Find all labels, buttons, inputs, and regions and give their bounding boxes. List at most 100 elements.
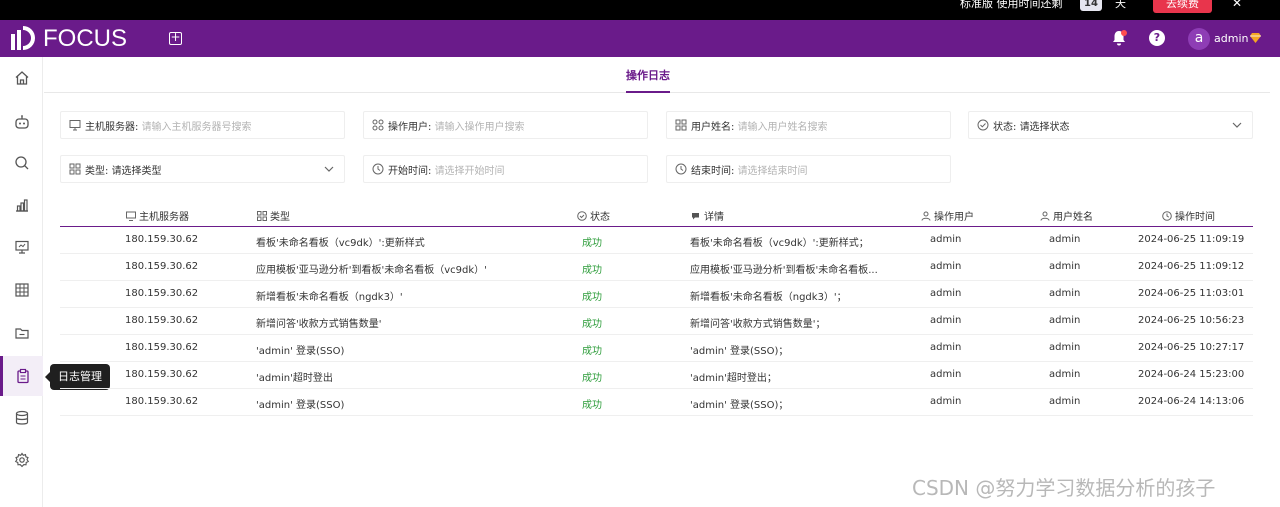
start-time-picker[interactable]: 开始时间: 请选择开始时间 [363, 155, 648, 183]
brand-name: FOCUS [43, 25, 127, 52]
cell-host: 180.159.30.62 [125, 288, 199, 299]
close-icon[interactable]: ✕ [1232, 0, 1242, 12]
host-filter-label: 主机服务器: [85, 121, 139, 133]
cell-username: admin [1049, 234, 1081, 245]
status-filter-value: 请选择状态 [1019, 121, 1070, 133]
clipboard-icon [17, 368, 29, 384]
username-label[interactable]: admin [1214, 32, 1248, 45]
chart-icon [15, 199, 28, 212]
end-time-picker[interactable]: 结束时间: 请选择结束时间 [666, 155, 951, 183]
table-row[interactable]: 180.159.30.62 新增问答'收款方式销售数量' 成功 新增问答'收款方… [60, 308, 1253, 335]
chevron-down-icon [324, 166, 334, 172]
avatar[interactable]: a [1188, 28, 1210, 50]
cell-status: 成功 [582, 346, 602, 357]
cell-status: 成功 [582, 292, 602, 303]
cell-operator: admin [930, 261, 962, 272]
table-row[interactable]: 180.159.30.62 看板'未命名看板（vc9dk）':更新样式 成功 看… [60, 227, 1253, 254]
monitor-icon [126, 211, 136, 221]
table-row[interactable]: 180.159.30.62 应用模板'亚马逊分析'到看板'未命名看板（vc9dk… [60, 254, 1253, 281]
sidebar-item-assistant[interactable] [0, 102, 43, 142]
username-filter-input[interactable]: 用户姓名: 请输入用户姓名搜索 [666, 111, 951, 139]
cell-username: admin [1049, 261, 1081, 272]
cell-status: 成功 [582, 319, 602, 330]
cell-operator: admin [930, 234, 962, 245]
status-filter-select[interactable]: 状态: 请选择状态 [968, 111, 1253, 139]
sidebar-item-dashboard[interactable] [0, 227, 43, 267]
end-time-label: 结束时间: [691, 165, 735, 177]
cell-operator: admin [930, 342, 962, 353]
notification-bell-icon[interactable] [1110, 29, 1128, 47]
cell-status: 成功 [582, 238, 602, 249]
add-tab-button[interactable]: + [169, 31, 182, 45]
cell-host: 180.159.30.62 [125, 342, 199, 353]
tab-operation-log[interactable]: 操作日志 [626, 67, 670, 83]
cell-username: admin [1049, 288, 1081, 299]
table-row[interactable]: 180.159.30.62 'admin' 登录(SSO) 成功 'admin'… [60, 389, 1253, 416]
cell-time: 2024-06-25 11:09:19 [1138, 234, 1245, 245]
check-circle-icon [977, 119, 989, 131]
column-header-username[interactable]: 用户姓名 [1040, 208, 1093, 223]
check-circle-icon [577, 210, 587, 221]
cell-detail: 'admin'超时登出； [690, 373, 777, 384]
cell-status: 成功 [582, 400, 602, 411]
help-icon[interactable]: ? [1149, 30, 1165, 46]
host-filter-input[interactable]: 主机服务器: 请输入主机服务器号搜索 [60, 111, 345, 139]
cell-operator: admin [930, 369, 962, 380]
sidebar-item-data-table[interactable] [0, 270, 43, 310]
operator-filter-input[interactable]: 操作用户: 请输入操作用户搜索 [363, 111, 648, 139]
apps-icon [675, 119, 687, 131]
cell-host: 180.159.30.62 [125, 369, 199, 380]
cell-type: 'admin' 登录(SSO) [256, 346, 345, 357]
cell-type: 新增看板'未命名看板（ngdk3）' [256, 292, 403, 303]
username-filter-label: 用户姓名: [691, 121, 735, 133]
cell-username: admin [1049, 342, 1081, 353]
column-header-operator[interactable]: 操作用户 [921, 208, 974, 223]
table-row[interactable]: 180.159.30.62 'admin'超时登出 成功 'admin'超时登出… [60, 362, 1253, 389]
chevron-down-icon [1232, 122, 1242, 128]
chat-icon [692, 212, 699, 219]
trial-days-unit: 天 [1115, 0, 1126, 10]
username-filter-placeholder: 请输入用户姓名搜索 [737, 121, 828, 133]
cell-status: 成功 [582, 265, 602, 276]
operator-filter-placeholder: 请输入操作用户搜索 [434, 121, 525, 133]
sidebar-item-files[interactable] [0, 313, 43, 353]
user-icon [921, 211, 931, 221]
cell-operator: admin [930, 288, 962, 299]
grid-icon [14, 283, 29, 297]
type-filter-value: 请选择类型 [111, 165, 162, 177]
type-filter-select[interactable]: 类型: 请选择类型 [60, 155, 345, 183]
sidebar-item-settings[interactable] [0, 440, 43, 480]
page-tabs: 操作日志 [44, 57, 1270, 93]
clock-icon [675, 163, 687, 175]
search-icon [14, 156, 28, 170]
operator-filter-label: 操作用户: [388, 121, 432, 133]
cell-time: 2024-06-25 11:03:01 [1138, 288, 1245, 299]
sidebar-item-search[interactable] [0, 143, 43, 183]
sidebar-item-datasource[interactable] [0, 398, 43, 438]
apps-icon [257, 210, 267, 221]
cell-host: 180.159.30.62 [125, 396, 199, 407]
brand-logo[interactable]: FOCUS [9, 25, 127, 52]
column-header-detail[interactable]: 详情 [691, 208, 724, 223]
cell-time: 2024-06-25 10:56:23 [1138, 315, 1245, 326]
start-time-label: 开始时间: [388, 165, 432, 177]
cell-type: 'admin' 登录(SSO) [256, 400, 345, 411]
robot-icon [14, 115, 29, 129]
active-tab-indicator [626, 91, 670, 93]
sidebar-item-home[interactable] [0, 58, 43, 98]
table-row[interactable]: 180.159.30.62 新增看板'未命名看板（ngdk3）' 成功 新增看板… [60, 281, 1253, 308]
cell-detail: 'admin' 登录(SSO)； [690, 346, 789, 357]
column-header-host[interactable]: 主机服务器 [126, 208, 189, 223]
operation-log-table: 主机服务器 类型 状态 详情 操作用户 用户姓名 操作时间 180.159.30… [60, 203, 1253, 416]
sidebar-item-logs[interactable] [0, 356, 43, 396]
column-header-time[interactable]: 操作时间 [1162, 208, 1215, 223]
table-row[interactable]: 180.159.30.62 'admin' 登录(SSO) 成功 'admin'… [60, 335, 1253, 362]
trial-edition: 标准版 使用时间还剩 [960, 0, 1063, 10]
cell-type: 'admin'超时登出 [256, 373, 333, 384]
cell-host: 180.159.30.62 [125, 261, 199, 272]
sidebar-item-analysis[interactable] [0, 185, 43, 225]
column-header-type[interactable]: 类型 [257, 208, 290, 223]
apps-icon [372, 119, 384, 131]
renew-button[interactable]: 去续费 [1153, 0, 1212, 13]
column-header-status[interactable]: 状态 [577, 208, 610, 223]
